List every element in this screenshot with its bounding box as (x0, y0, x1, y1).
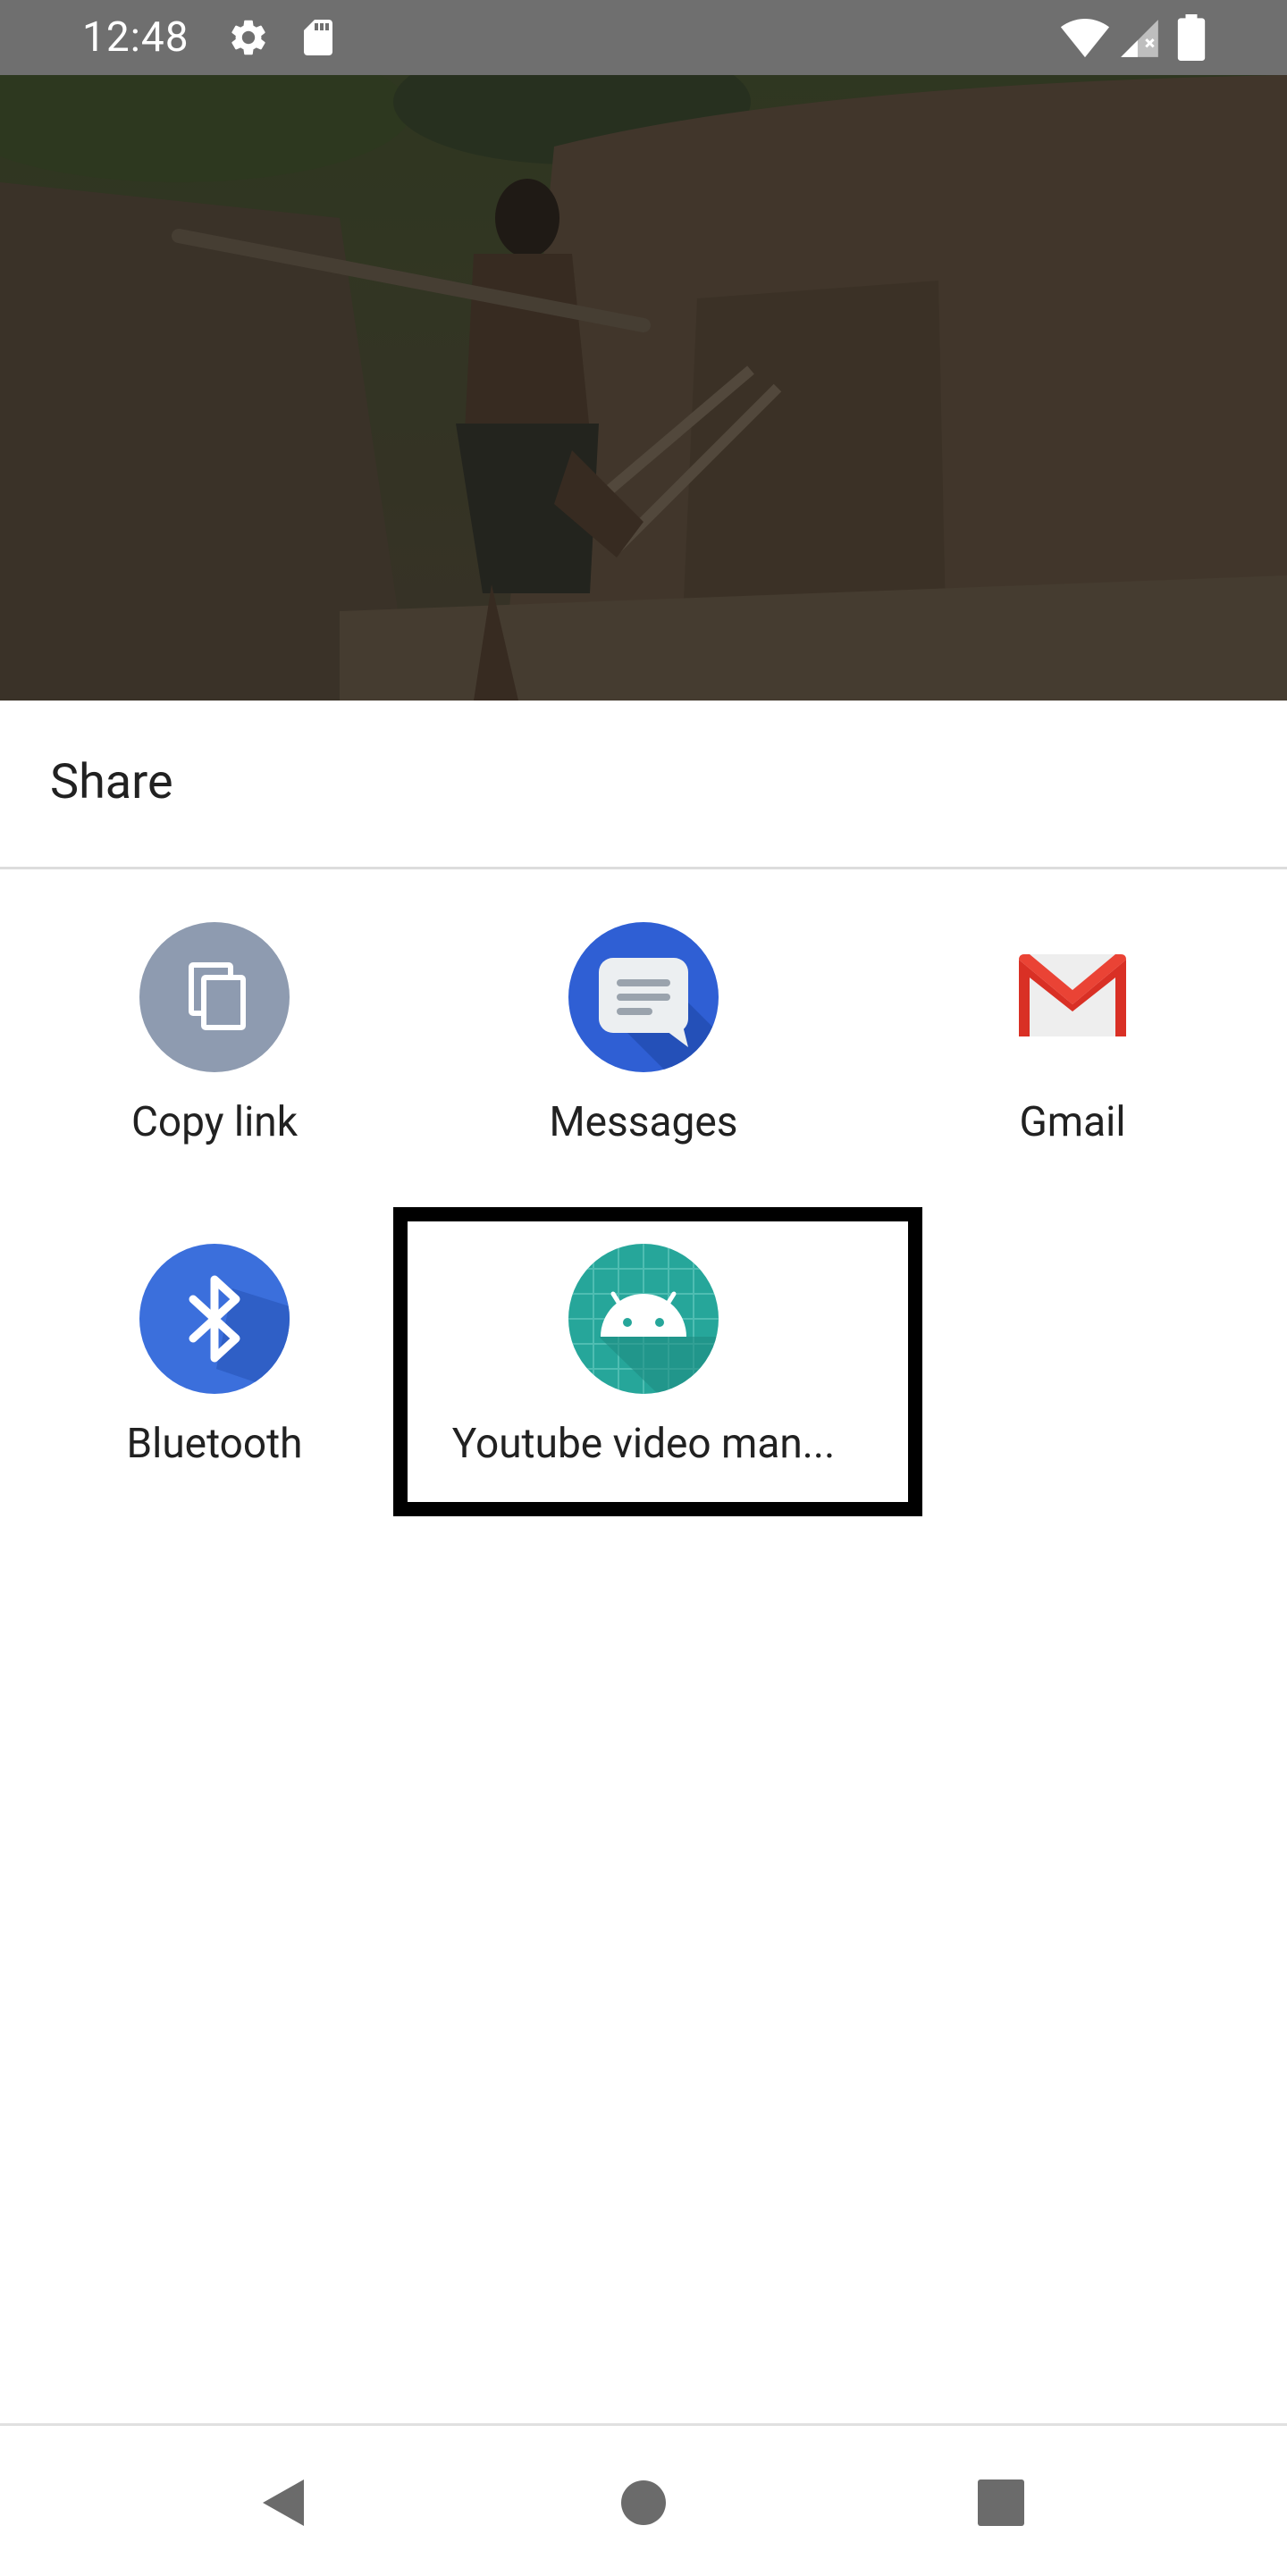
share-target-gmail[interactable]: Gmail (858, 922, 1287, 1190)
share-target-messages[interactable]: Messages (429, 922, 858, 1190)
android-icon (568, 1244, 719, 1394)
share-target-label: Bluetooth (126, 1420, 303, 1468)
share-sheet: Share Copy link Messages Gmail Bluetooth… (0, 701, 1287, 2423)
share-target-label: Messages (549, 1098, 738, 1146)
home-icon[interactable] (615, 2474, 672, 2531)
share-target-copy-link[interactable]: Copy link (0, 922, 429, 1190)
status-bar: 12:48 (0, 0, 1287, 75)
recents-icon[interactable] (972, 2474, 1030, 2531)
copy-icon (139, 922, 290, 1072)
bluetooth-icon (139, 1244, 290, 1394)
gmail-icon (997, 922, 1148, 1072)
signal-icon (1121, 20, 1158, 57)
share-target-label: Copy link (130, 1098, 299, 1146)
share-target-label: Gmail (1019, 1098, 1126, 1146)
video-thumbnail (0, 75, 1287, 701)
navigation-bar (0, 2423, 1287, 2576)
wifi-icon (1060, 19, 1110, 58)
share-target-label: Youtube video man... (451, 1420, 836, 1468)
status-time: 12:48 (82, 13, 189, 62)
share-target-bluetooth[interactable]: Bluetooth (0, 1244, 429, 1512)
video-preview (0, 75, 1287, 701)
battery-icon (1177, 14, 1206, 61)
messages-icon (568, 922, 719, 1072)
settings-icon (231, 20, 265, 55)
back-icon[interactable] (256, 2474, 313, 2531)
share-target-youtube-video-manager[interactable]: Youtube video man... (429, 1244, 858, 1512)
sd-card-icon (304, 20, 332, 55)
sheet-title: Share (50, 754, 173, 810)
divider (0, 867, 1287, 869)
